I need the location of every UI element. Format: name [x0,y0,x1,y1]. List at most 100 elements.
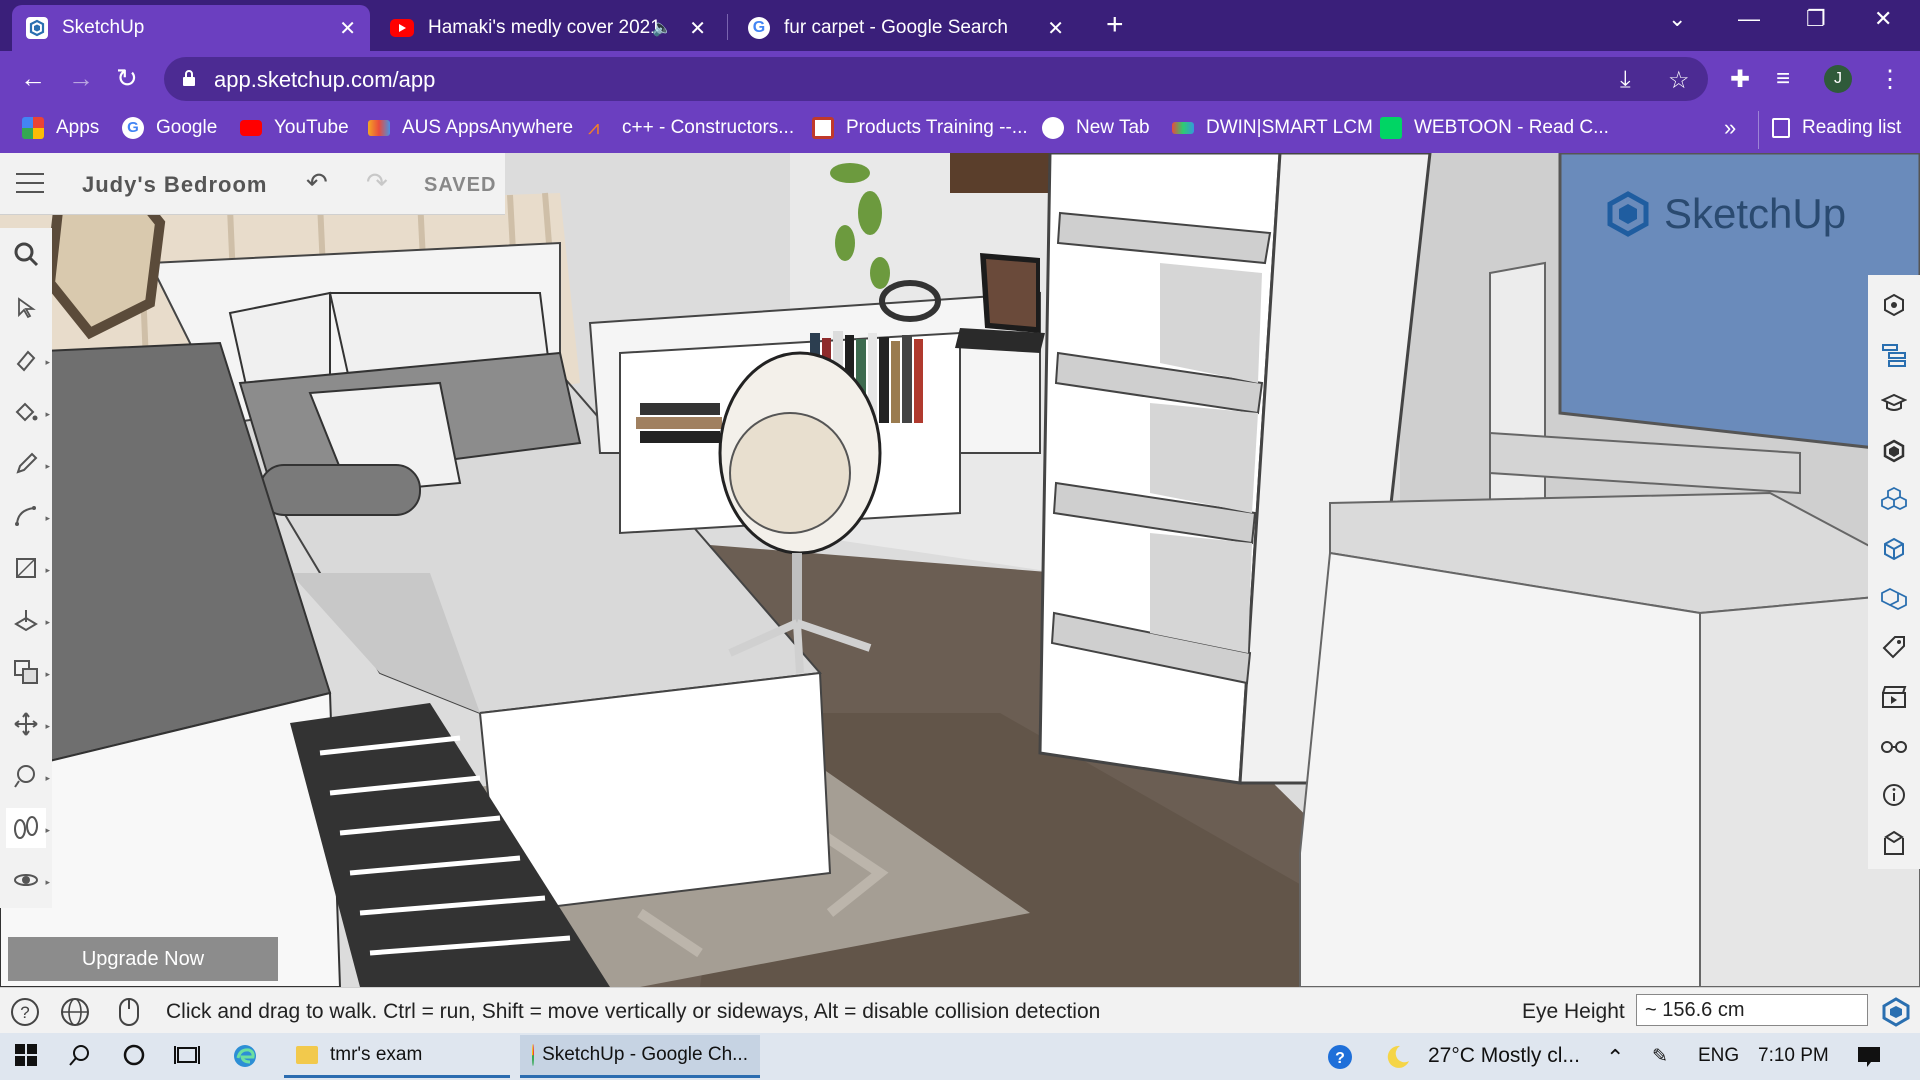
pen-icon[interactable]: ✎ [1652,1045,1668,1068]
dwin-icon [1172,122,1194,134]
close-window-icon[interactable]: ✕ [1874,6,1892,32]
bookmark-aus-appsanywhere[interactable]: AUS AppsAnywhere [368,117,573,139]
lock-icon [183,70,195,86]
bookmark-label: Google [156,117,218,138]
bookmark-label: DWIN|SMART LCM [1206,117,1373,138]
install-app-icon[interactable]: ⤓ [1620,66,1631,94]
bookmark-products-training[interactable]: Products Training --... [812,117,1028,139]
walk-icon[interactable]: ▸ [6,808,50,848]
forward-icon[interactable]: → [68,63,94,94]
mouse-icon[interactable] [114,997,144,1027]
move-icon[interactable]: ▸ [6,704,50,744]
help-tray-icon[interactable]: ? [1326,1043,1356,1078]
clock-time[interactable]: 7:10 PM [1758,1045,1829,1067]
tab-youtube[interactable]: Hamaki's medly cover 2021 | 🔈 ✕ [376,5,720,51]
new-tab-icon[interactable]: + [1106,8,1124,42]
language-indicator[interactable]: ENG [1698,1045,1739,1067]
arc-icon[interactable]: ▸ [6,496,50,536]
undo-icon[interactable]: ↶ [306,167,328,198]
model-title[interactable]: Judy's Bedroom [82,172,268,198]
show-hidden-icons-icon[interactable]: ⌃ [1606,1045,1624,1071]
export-icon[interactable] [1874,823,1914,863]
components-icon[interactable] [1874,431,1914,471]
bookmark-cpp-constructors[interactable]: ⩘ c++ - Constructors... [588,117,794,139]
bookmark-apps[interactable]: Apps [22,117,99,139]
tab-title: fur carpet - Google Search [784,17,1008,38]
close-icon[interactable]: ✕ [1047,16,1064,41]
restore-icon[interactable]: ❐ [1806,6,1826,32]
model-viewport[interactable] [0,153,1920,987]
taskbar-app-file-explorer[interactable]: tmr's exam [284,1035,510,1078]
close-icon[interactable]: ✕ [339,16,356,41]
windows-taskbar: tmr's exam SketchUp - Google Ch... ? 27°… [0,1033,1920,1080]
bookmark-label: Products Training --... [846,117,1028,138]
orbit-icon[interactable]: ▸ [6,860,50,900]
bookmark-youtube[interactable]: YouTube [240,117,349,139]
tag-icon[interactable] [1874,627,1914,667]
bookmark-star-icon[interactable]: ☆ [1668,66,1690,95]
orbit-look-icon[interactable]: ▸ [6,756,50,796]
browser-tab-strip: SketchUp ✕ Hamaki's medly cover 2021 | 🔈… [0,0,1920,51]
cortana-icon[interactable] [122,1043,146,1074]
styles-icon[interactable] [1874,529,1914,569]
address-bar[interactable]: app.sketchup.com/app ⤓ ☆ [164,57,1708,101]
push-pull-icon[interactable]: ▸ [6,600,50,640]
sketchup-badge-icon[interactable] [1880,996,1912,1028]
model-header: Judy's Bedroom ↶ ↷ SAVED [0,153,505,215]
taskbar-app-label: SketchUp - Google Ch... [542,1044,748,1065]
status-hint: Click and drag to walk. Ctrl = run, Shif… [166,1000,1101,1023]
bookmark-dwin-smart-lcm[interactable]: DWIN|SMART LCM [1172,117,1373,139]
outliner-icon[interactable] [1874,335,1914,375]
search-icon[interactable] [6,234,46,274]
bookmark-label: WEBTOON - Read C... [1414,117,1609,138]
taskbar-app-chrome[interactable]: SketchUp - Google Ch... [520,1035,760,1078]
reading-list-button[interactable]: Reading list [1772,117,1901,139]
speaker-muted-icon[interactable]: 🔈 [652,18,672,38]
close-icon[interactable]: ✕ [689,16,706,41]
scenes-icon[interactable] [1874,677,1914,717]
menu-icon[interactable]: ⋮ [1878,65,1902,94]
search-icon[interactable] [68,1043,92,1074]
bookmarks-bar: Apps G Google YouTube AUS AppsAnywhere ⩘… [0,107,1920,153]
pencil-icon[interactable]: ▸ [6,444,50,484]
notifications-icon[interactable] [1856,1045,1882,1075]
entity-info-icon[interactable] [1874,285,1914,325]
eraser-icon[interactable]: ▸ [6,340,50,380]
upgrade-now-button[interactable]: Upgrade Now [8,937,278,981]
instructor-icon[interactable] [1874,383,1914,423]
windows-start-icon[interactable] [14,1043,38,1074]
youtube-icon [240,120,262,136]
profile-avatar[interactable]: J [1824,65,1852,93]
paint-bucket-icon[interactable]: ▸ [6,392,50,432]
offset-icon[interactable]: ▸ [6,652,50,692]
edge-icon[interactable] [232,1043,258,1076]
task-view-icon[interactable] [174,1043,200,1074]
tab-sketchup[interactable]: SketchUp ✕ [12,5,370,51]
bookmarks-overflow[interactable]: » [1724,115,1736,141]
display-icon[interactable] [1874,727,1914,767]
materials-icon[interactable] [1874,479,1914,519]
help-icon[interactable]: ? [10,997,40,1027]
minimize-icon[interactable]: — [1738,6,1760,32]
redo-icon[interactable]: ↷ [366,167,388,198]
info-icon[interactable] [1874,775,1914,815]
google-icon: G [748,17,770,39]
bookmark-google[interactable]: G Google [122,117,217,139]
rectangle-icon[interactable]: ▸ [6,548,50,588]
tab-google-search[interactable]: G fur carpet - Google Search ✕ [734,5,1078,51]
eye-height-input[interactable]: ~ 156.6 cm [1636,994,1868,1026]
tab-search-chevron-icon[interactable]: ⌄ [1668,6,1686,32]
reload-icon[interactable]: ↻ [116,63,138,94]
bookmark-new-tab[interactable]: New Tab [1042,117,1150,139]
globe-icon[interactable] [60,997,90,1027]
hamburger-menu-icon[interactable] [16,173,44,195]
weather-text[interactable]: 27°C Mostly cl... [1428,1044,1580,1068]
back-icon[interactable]: ← [20,63,46,94]
extensions-icon[interactable]: ✚ [1730,65,1750,94]
reading-list-icon [1772,118,1790,138]
select-icon[interactable] [6,288,46,328]
media-control-icon[interactable]: ≡ [1776,65,1790,93]
layers-icon[interactable] [1874,579,1914,619]
bookmark-webtoon[interactable]: WEBTOON - Read C... [1380,117,1609,139]
url-text: app.sketchup.com/app [214,67,436,92]
